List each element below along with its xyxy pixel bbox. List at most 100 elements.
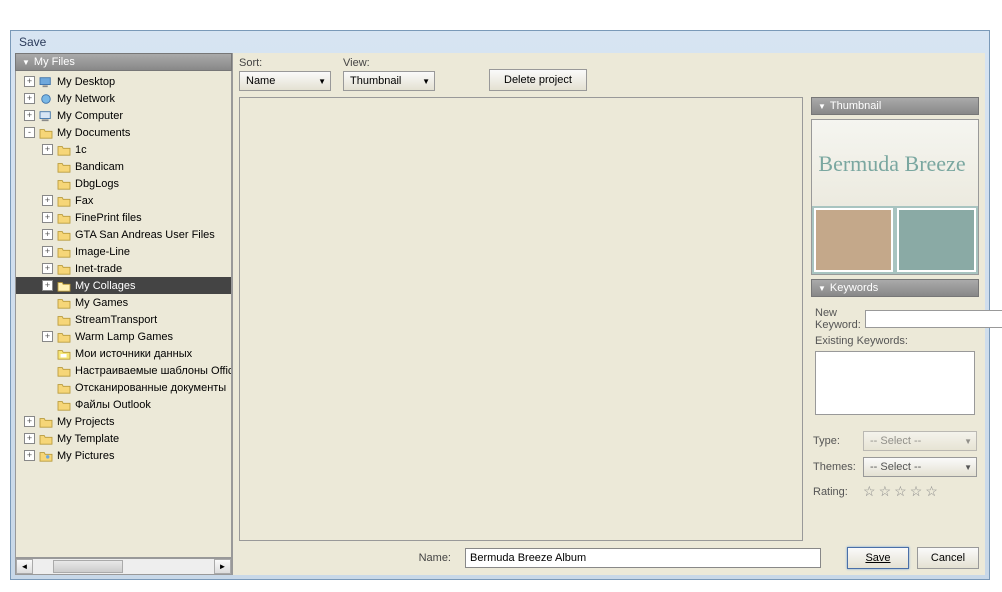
- tree-item[interactable]: + Image-Line: [16, 243, 231, 260]
- expand-icon[interactable]: +: [42, 144, 53, 155]
- new-keyword-input[interactable]: [865, 310, 1002, 328]
- cancel-button[interactable]: Cancel: [917, 547, 979, 569]
- themes-dropdown[interactable]: -- Select -- ▼: [863, 457, 977, 477]
- star-icon[interactable]: ☆: [910, 483, 923, 500]
- expand-icon[interactable]: +: [24, 110, 35, 121]
- tree-item[interactable]: +My Template: [16, 430, 231, 447]
- sort-value: Name: [246, 75, 275, 87]
- tree-item[interactable]: Мои источники данных: [16, 345, 231, 362]
- collapse-icon: ▼: [818, 102, 826, 111]
- themes-label: Themes:: [813, 461, 859, 473]
- tree-item[interactable]: +My Desktop: [16, 73, 231, 90]
- tree-item[interactable]: +FinePrint files: [16, 209, 231, 226]
- expand-icon[interactable]: +: [42, 246, 53, 257]
- folder-icon: [56, 160, 72, 174]
- star-icon[interactable]: ☆: [925, 483, 938, 500]
- folder-icon: [56, 211, 72, 225]
- thumbnail-header-label: Thumbnail: [830, 100, 881, 112]
- tree-item-label: Мои источники данных: [75, 348, 192, 360]
- tree-item[interactable]: + GTA San Andreas User Files: [16, 226, 231, 243]
- tree-item[interactable]: +My Projects: [16, 413, 231, 430]
- star-icon[interactable]: ☆: [894, 483, 907, 500]
- tree-item[interactable]: Bandicam: [16, 158, 231, 175]
- tree-item[interactable]: Настраиваемые шаблоны Office: [16, 362, 231, 379]
- scroll-thumb[interactable]: [53, 560, 123, 573]
- tree-item[interactable]: StreamTransport: [16, 311, 231, 328]
- star-icon[interactable]: ☆: [879, 483, 892, 500]
- tree-item[interactable]: -My Documents: [16, 124, 231, 141]
- expand-icon[interactable]: +: [42, 195, 53, 206]
- tree-item-label: Файлы Outlook: [75, 399, 151, 411]
- tree-item-label: DbgLogs: [75, 178, 119, 190]
- star-icon[interactable]: ☆: [863, 483, 876, 500]
- scroll-left-button[interactable]: ◄: [16, 559, 33, 574]
- expand-spacer: [42, 399, 53, 410]
- tree-item[interactable]: + Inet-trade: [16, 260, 231, 277]
- tree-item[interactable]: +My Computer: [16, 107, 231, 124]
- horizontal-scrollbar[interactable]: ◄ ►: [15, 558, 232, 575]
- expand-icon[interactable]: +: [42, 263, 53, 274]
- collapse-icon[interactable]: -: [24, 127, 35, 138]
- tree-item[interactable]: +Warm Lamp Games: [16, 328, 231, 345]
- tree-item[interactable]: Отсканированные документы: [16, 379, 231, 396]
- tree-item[interactable]: My Games: [16, 294, 231, 311]
- toolbar: Sort: Name ▼ View: Thumbnail ▼ Delete pr…: [239, 57, 979, 91]
- view-dropdown[interactable]: Thumbnail ▼: [343, 71, 435, 91]
- thumbnail-content-area[interactable]: [239, 97, 803, 541]
- expand-icon[interactable]: +: [24, 93, 35, 104]
- folder-icon: [56, 296, 72, 310]
- folder-icon: [56, 228, 72, 242]
- tree-item[interactable]: Файлы Outlook: [16, 396, 231, 413]
- tree-item[interactable]: DbgLogs: [16, 175, 231, 192]
- tree-item[interactable]: + My Collages: [16, 277, 231, 294]
- tree-item-label: My Pictures: [57, 450, 114, 462]
- new-keyword-label: New Keyword:: [815, 307, 861, 331]
- expand-icon[interactable]: +: [42, 212, 53, 223]
- expand-icon[interactable]: +: [24, 416, 35, 427]
- scroll-right-button[interactable]: ►: [214, 559, 231, 574]
- folder-sp-icon: [56, 347, 72, 361]
- thumbnail-panel-header[interactable]: ▼ Thumbnail: [811, 97, 979, 115]
- sort-label: Sort:: [239, 57, 331, 69]
- expand-spacer: [42, 365, 53, 376]
- type-dropdown[interactable]: -- Select -- ▼: [863, 431, 977, 451]
- tree-item-label: GTA San Andreas User Files: [75, 229, 215, 241]
- rating-stars: ☆ ☆ ☆ ☆ ☆: [863, 483, 938, 500]
- expand-icon[interactable]: +: [42, 280, 53, 291]
- tree-item-label: Отсканированные документы: [75, 382, 226, 394]
- tree-item[interactable]: +My Network: [16, 90, 231, 107]
- folder-icon: [56, 177, 72, 191]
- expand-icon[interactable]: +: [24, 433, 35, 444]
- tree-item-label: Image-Line: [75, 246, 130, 258]
- expand-icon[interactable]: +: [42, 229, 53, 240]
- save-button[interactable]: Save: [847, 547, 909, 569]
- file-tree[interactable]: +My Desktop+My Network+My Computer-My Do…: [15, 71, 232, 558]
- sidebar-header[interactable]: ▼ My Files: [15, 53, 232, 71]
- view-label: View:: [343, 57, 435, 69]
- network-icon: [38, 92, 54, 106]
- view-value: Thumbnail: [350, 75, 401, 87]
- thumbnail-photo: [897, 208, 976, 272]
- tree-item-label: My Collages: [75, 280, 136, 292]
- name-input[interactable]: [465, 548, 821, 568]
- right-panel: ▼ Thumbnail Bermuda Breeze ▼: [811, 97, 979, 541]
- tree-item[interactable]: +Fax: [16, 192, 231, 209]
- sort-dropdown[interactable]: Name ▼: [239, 71, 331, 91]
- tree-item-label: 1c: [75, 144, 87, 156]
- name-label: Name:: [239, 552, 457, 564]
- tree-item[interactable]: + My Pictures: [16, 447, 231, 464]
- delete-project-button[interactable]: Delete project: [489, 69, 587, 91]
- expand-icon[interactable]: +: [24, 76, 35, 87]
- expand-icon[interactable]: +: [24, 450, 35, 461]
- tree-item-label: Bandicam: [75, 161, 124, 173]
- tree-item-label: Inet-trade: [75, 263, 122, 275]
- tree-item[interactable]: +1c: [16, 141, 231, 158]
- dropdown-arrow-icon: ▼: [964, 437, 972, 446]
- existing-keywords-box[interactable]: [815, 351, 975, 415]
- existing-keywords-label: Existing Keywords:: [815, 335, 975, 347]
- window-title: Save: [11, 31, 989, 53]
- dropdown-arrow-icon: ▼: [422, 77, 430, 86]
- keywords-panel-header[interactable]: ▼ Keywords: [811, 279, 979, 297]
- expand-icon[interactable]: +: [42, 331, 53, 342]
- folder-icon: [56, 194, 72, 208]
